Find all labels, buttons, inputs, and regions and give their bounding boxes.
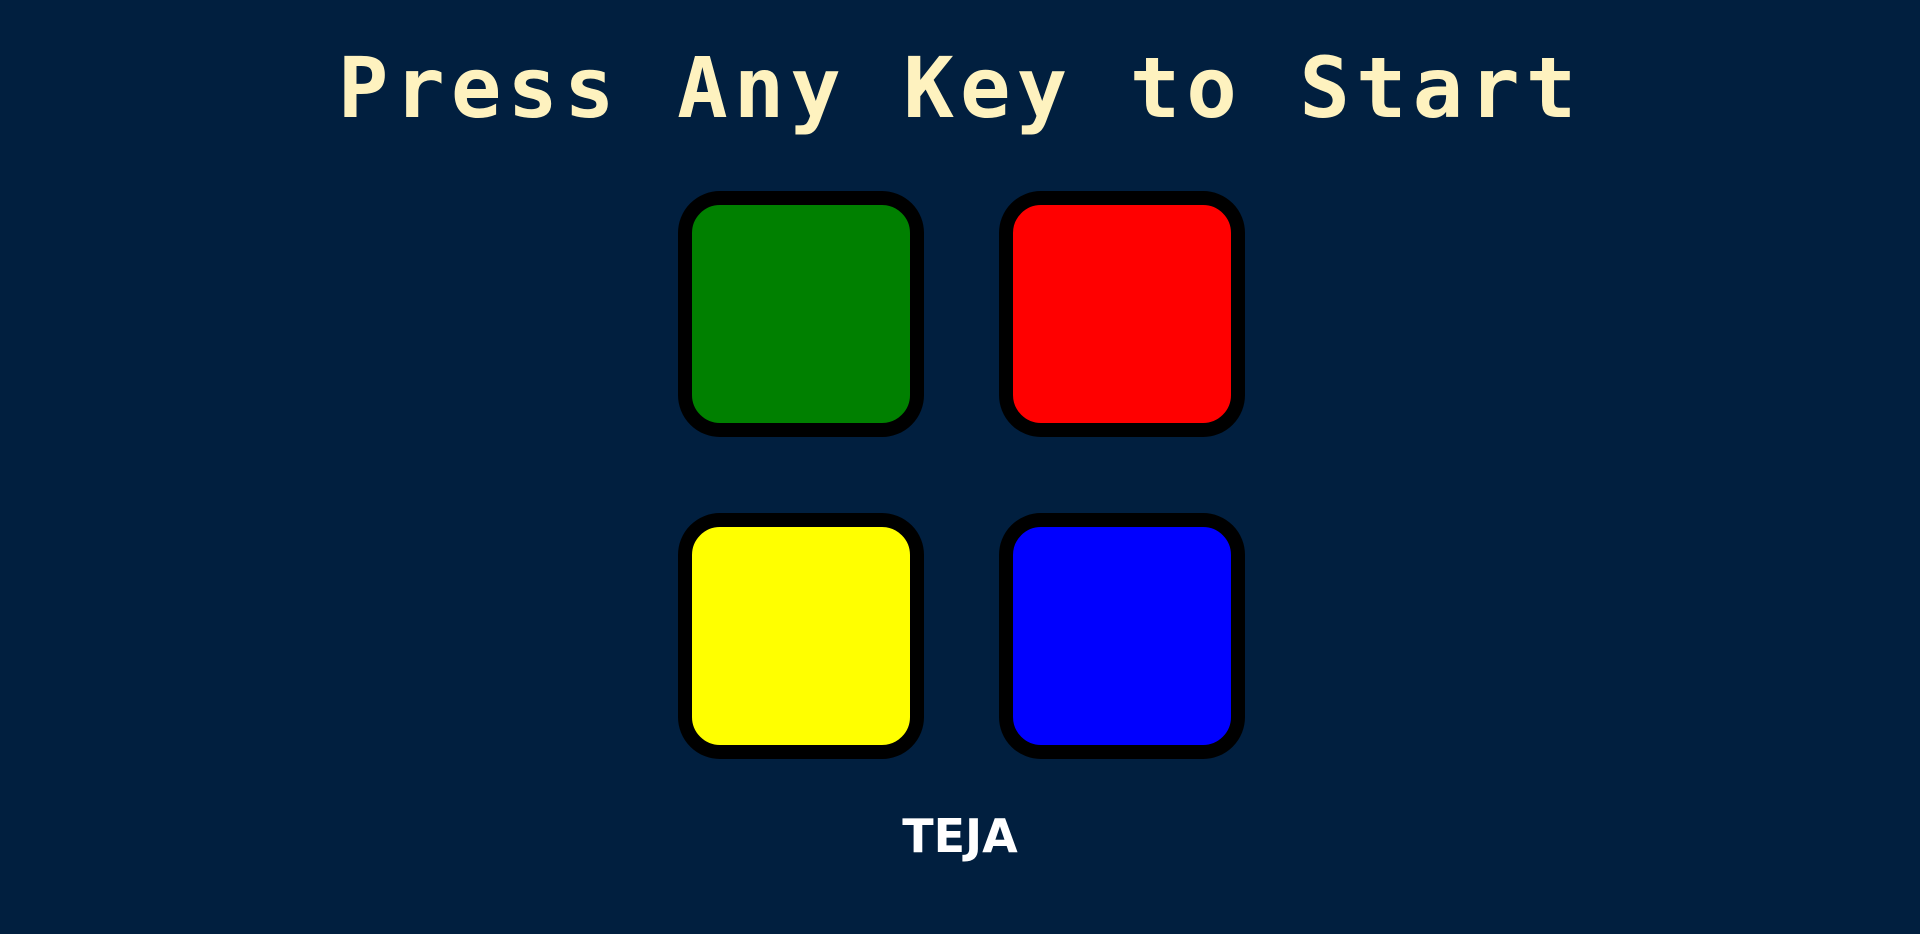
level-title: Press Any Key to Start: [337, 39, 1583, 137]
game-screen: Press Any Key to Start TEJA: [0, 0, 1920, 934]
blue-pad-button[interactable]: [999, 513, 1245, 759]
green-pad-button[interactable]: [678, 191, 924, 437]
author-name: TEJA: [902, 809, 1018, 863]
red-pad-button[interactable]: [999, 191, 1245, 437]
yellow-pad-button[interactable]: [678, 513, 924, 759]
